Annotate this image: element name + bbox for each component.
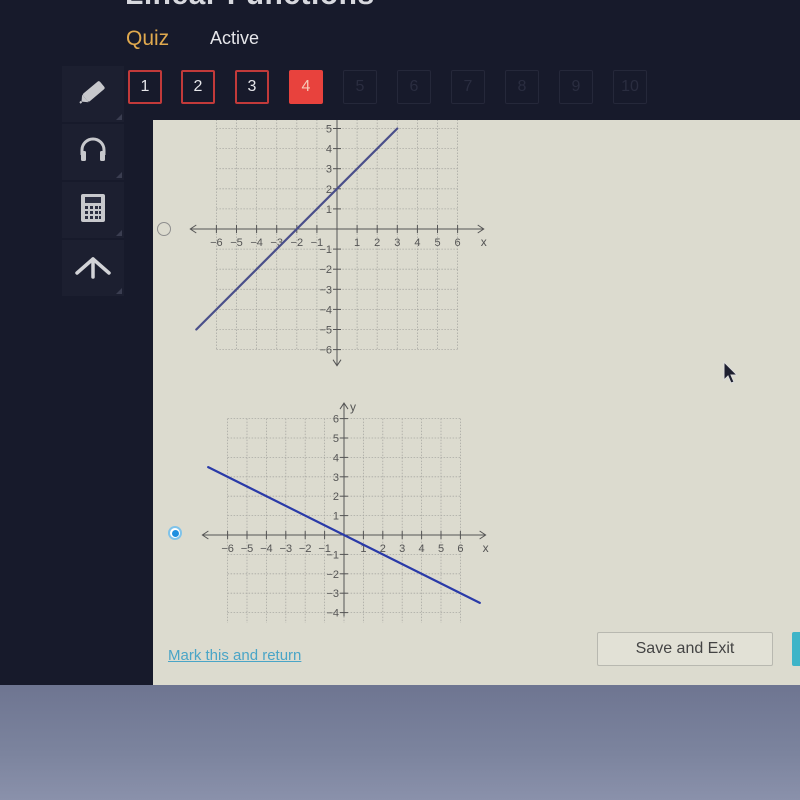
tool-corner-indicator [116,114,122,120]
x-tick-label: 3 [399,543,405,555]
tool-corner-indicator [116,172,122,178]
question-nav-10[interactable]: 10 [613,70,647,104]
y-tick-label: −6 [319,345,332,357]
y-tick-label: 1 [326,204,332,216]
question-nav-5[interactable]: 5 [343,70,377,104]
question-nav-4[interactable]: 4 [289,70,323,104]
y-tick-label: 6 [333,414,339,426]
audio-tool-button[interactable] [62,124,124,180]
headphones-icon [76,133,110,172]
question-nav-6[interactable]: 6 [397,70,431,104]
x-axis-label: x [481,235,487,249]
y-tick-label: 5 [326,124,332,136]
pencil-icon [76,75,110,114]
x-tick-label: 6 [455,237,461,249]
x-tick-label: 6 [457,543,463,555]
compass-icon [73,251,113,286]
x-tick-label: −2 [299,543,312,555]
x-tick-label: 2 [374,237,380,249]
quiz-type-label: Quiz [126,27,170,50]
y-tick-label: −3 [326,588,339,600]
y-tick-label: 1 [333,511,339,523]
y-tick-label: 4 [333,452,339,464]
y-tick-label: 3 [333,472,339,484]
question-nav-9[interactable]: 9 [559,70,593,104]
question-nav-2[interactable]: 2 [181,70,215,104]
screen-bottom-area [0,685,800,800]
y-tick-label: 3 [326,164,332,176]
y-tick-label: 5 [333,433,339,445]
y-tick-label: 4 [326,144,332,156]
answer-option-1-graph: −6 −5 −4 −3 −2 −1 1 2 3 4 5 6 x−6−5−4−3−2−112345 [189,120,487,367]
y-tick-label: 2 [333,491,339,503]
question-nav-8[interactable]: 8 [505,70,539,104]
mouse-cursor-icon [722,360,740,391]
highlighter-tool-button[interactable] [62,66,124,122]
x-tick-label: −5 [230,237,243,249]
x-tick-label: 4 [419,543,425,555]
x-tick-label: 3 [394,237,400,249]
answer-option-2-radio[interactable] [168,526,182,540]
x-axis-label: x [483,541,489,555]
x-tick-label: 1 [354,237,360,249]
x-tick-label: −3 [270,237,283,249]
x-tick-label: −6 [221,543,234,555]
y-tick-label: −5 [319,325,332,337]
calculator-icon [78,192,108,229]
next-button[interactable] [792,632,800,666]
y-tick-label: −1 [326,549,339,561]
tool-corner-indicator [116,288,122,294]
question-nav-7[interactable]: 7 [451,70,485,104]
question-nav-3[interactable]: 3 [235,70,269,104]
x-tick-label: −3 [280,543,293,555]
x-tick-label: 5 [438,543,444,555]
answer-option-1-radio[interactable] [157,222,171,236]
y-tick-label: −4 [326,608,339,620]
y-tick-label: −3 [319,284,332,296]
x-tick-label: −5 [241,543,254,555]
mark-and-return-link[interactable]: Mark this and return [168,647,301,664]
x-tick-label: 4 [414,237,420,249]
y-tick-label: −1 [319,244,332,256]
x-tick-label: −2 [291,237,304,249]
y-tick-label: −2 [319,264,332,276]
reference-tool-button[interactable] [62,240,124,296]
y-tick-label: −2 [326,569,339,581]
x-tick-label: 5 [434,237,440,249]
page-title: Linear Functions [125,0,375,12]
x-tick-label: −4 [260,543,273,555]
quiz-status-label: Active [210,28,260,48]
answer-option-2-graph: −6 −5 −4 −3 −2 −1 1 2 3 4 5 6 xy−4−3−2−1123456 [201,400,489,623]
y-tick-label: −4 [319,304,332,316]
save-and-exit-button[interactable]: Save and Exit [597,632,773,666]
y-axis-label: y [350,400,356,414]
x-tick-label: −6 [210,237,223,249]
x-tick-label: −4 [250,237,263,249]
tool-corner-indicator [116,230,122,236]
question-nav-1[interactable]: 1 [128,70,162,104]
calculator-tool-button[interactable] [62,182,124,238]
